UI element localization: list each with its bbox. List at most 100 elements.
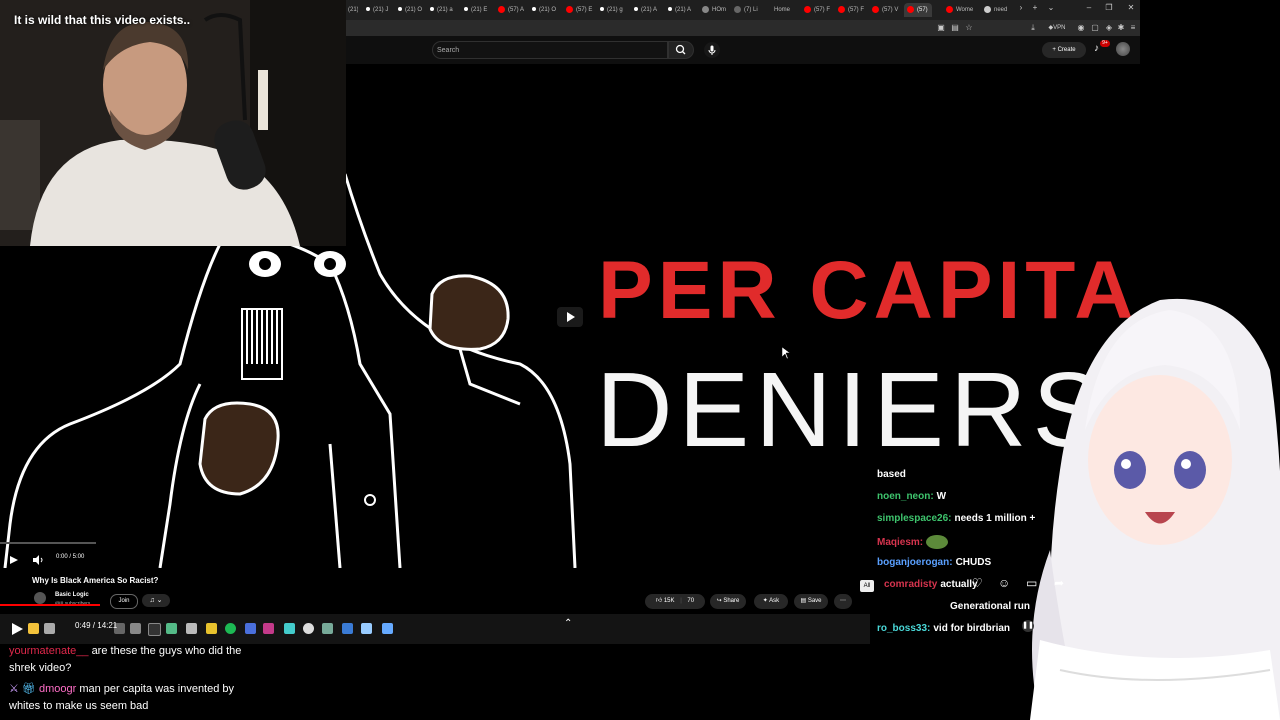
ask-button[interactable]: ✦ Ask bbox=[754, 594, 788, 609]
voice-search-button[interactable] bbox=[704, 42, 720, 58]
chat-username[interactable]: ro_boss33: bbox=[877, 623, 930, 634]
channel-avatar[interactable] bbox=[34, 592, 46, 604]
create-button[interactable]: + Create bbox=[1042, 42, 1086, 58]
volume-icon bbox=[33, 555, 43, 565]
tab-label: HOm bbox=[712, 7, 726, 13]
like-icon[interactable]: ♡ bbox=[972, 576, 983, 590]
chat-username[interactable]: boganjoerogan: bbox=[877, 557, 953, 568]
playback-progress-bar[interactable] bbox=[0, 604, 100, 606]
app-icon[interactable] bbox=[284, 623, 295, 634]
tab-active[interactable]: (57) bbox=[904, 3, 932, 17]
volume-icon[interactable] bbox=[44, 623, 55, 634]
tab[interactable]: Home bbox=[774, 3, 796, 17]
channel-name[interactable]: Basic Logic bbox=[55, 592, 89, 598]
tab[interactable]: (21) O bbox=[398, 3, 424, 17]
center-play-button[interactable] bbox=[557, 307, 583, 327]
tab[interactable]: (57) F bbox=[838, 3, 866, 17]
tab[interactable]: (7) Li bbox=[734, 3, 762, 17]
tab-label: (57) F bbox=[848, 7, 865, 13]
folder-icon[interactable] bbox=[28, 623, 39, 634]
chat-username[interactable]: simplespace26: bbox=[877, 513, 952, 524]
tab[interactable]: (57) V bbox=[872, 3, 900, 17]
tab[interactable]: (21) J bbox=[366, 3, 392, 17]
comment-icon[interactable]: ▭ bbox=[1026, 576, 1037, 590]
chat-username[interactable]: yourmatenate__ bbox=[9, 645, 89, 657]
maximize-icon[interactable]: ❐ bbox=[1104, 3, 1114, 13]
thumbs-up-icon: 👍︎ bbox=[655, 598, 664, 604]
app-icon[interactable] bbox=[245, 623, 256, 634]
share-button[interactable]: ↪ Share bbox=[710, 594, 746, 609]
chevron-up-icon[interactable]: ⌃ bbox=[564, 618, 572, 629]
media-play-button[interactable] bbox=[10, 622, 24, 636]
warning-app-icon[interactable] bbox=[206, 623, 217, 634]
chat-username[interactable]: noen_neon: bbox=[877, 491, 934, 502]
download-icon[interactable]: ⤓ bbox=[1028, 23, 1038, 33]
tab[interactable]: (21) J bbox=[348, 3, 358, 17]
tab[interactable]: (21) O bbox=[532, 3, 558, 17]
tab[interactable]: (57) E bbox=[566, 3, 594, 17]
chrome-icon[interactable] bbox=[303, 623, 314, 634]
screenshot-icon[interactable]: ▣ bbox=[936, 23, 946, 33]
puzzle-icon[interactable]: ✱ bbox=[1116, 23, 1126, 33]
search-button[interactable] bbox=[668, 41, 694, 59]
more-options-button[interactable]: ⋯ bbox=[834, 594, 852, 609]
tab-icon[interactable]: ▤ bbox=[950, 23, 960, 33]
volume-button[interactable] bbox=[32, 552, 44, 565]
close-icon[interactable]: ✕ bbox=[1126, 3, 1136, 13]
tab[interactable]: (21) A bbox=[634, 3, 660, 17]
share-icon[interactable]: ➦ bbox=[1054, 576, 1064, 590]
app-icon[interactable] bbox=[166, 623, 177, 634]
chat-username[interactable]: Maqiesm: bbox=[877, 537, 923, 548]
shield-icon[interactable]: ◈ bbox=[1104, 23, 1114, 33]
microphone-icon bbox=[708, 45, 716, 55]
taskbar: ⌃ bbox=[0, 614, 870, 644]
chat-username[interactable]: dmoogr bbox=[39, 683, 76, 695]
menu-icon[interactable]: ≡ bbox=[1128, 23, 1138, 33]
app-icon[interactable] bbox=[263, 623, 274, 634]
spotify-icon[interactable] bbox=[225, 623, 236, 634]
chat-message: Maqiesm: bbox=[877, 535, 949, 549]
new-tab-icon[interactable]: + bbox=[1030, 3, 1040, 13]
tab[interactable]: Wome bbox=[946, 3, 976, 17]
tab[interactable]: (21) A bbox=[668, 3, 694, 17]
app-icon[interactable] bbox=[382, 623, 393, 634]
dislike-button[interactable]: 70 bbox=[687, 598, 694, 604]
play-button[interactable] bbox=[9, 552, 19, 564]
more-icon: ⋯ bbox=[840, 598, 846, 604]
emoji-icon[interactable]: ☺ bbox=[998, 576, 1010, 590]
profile-avatar[interactable] bbox=[1116, 42, 1130, 56]
bookmark-star-icon[interactable]: ☆ bbox=[964, 23, 974, 33]
app-icon[interactable] bbox=[342, 623, 353, 634]
tab[interactable]: HOm bbox=[702, 3, 730, 17]
notification-count-badge: 9+ bbox=[1100, 40, 1110, 47]
subscribed-button[interactable]: ♫ ⌄ bbox=[142, 594, 170, 607]
steam-icon[interactable] bbox=[361, 623, 372, 634]
wallet-icon[interactable]: ▢ bbox=[1090, 23, 1100, 33]
app-icon[interactable] bbox=[186, 623, 197, 634]
minimize-icon[interactable]: – bbox=[1084, 3, 1094, 13]
search-input[interactable]: Search bbox=[432, 41, 668, 59]
tab[interactable]: (21) a bbox=[430, 3, 456, 17]
tab[interactable]: (57) A bbox=[498, 3, 526, 17]
tab[interactable]: need bbox=[984, 3, 1014, 17]
tab[interactable]: (21) g bbox=[600, 3, 626, 17]
app-icon[interactable] bbox=[322, 623, 333, 634]
chat-filter-all-button[interactable]: All bbox=[860, 580, 874, 592]
join-button[interactable]: Join bbox=[110, 594, 138, 609]
tab[interactable]: (21) E bbox=[464, 3, 490, 17]
chevron-right-icon[interactable]: › bbox=[1016, 3, 1026, 13]
tab[interactable]: (57) F bbox=[804, 3, 832, 17]
like-button[interactable]: 👍︎ 15K bbox=[656, 598, 675, 604]
chevron-down-icon[interactable]: ⌄ bbox=[1046, 3, 1056, 13]
extension-icon[interactable]: ◉ bbox=[1076, 23, 1086, 33]
vpn-badge[interactable]: ◆VPN bbox=[1044, 23, 1070, 33]
save-button[interactable]: ▤ Save bbox=[794, 594, 828, 609]
media-time-display: 0:49 / 14:21 bbox=[75, 621, 118, 630]
share-label: Share bbox=[723, 598, 740, 604]
app-icon[interactable] bbox=[148, 623, 161, 636]
app-icon[interactable] bbox=[130, 623, 141, 634]
tab-label: (21) J bbox=[348, 7, 358, 13]
pause-icon[interactable]: ❚❚ bbox=[1022, 620, 1034, 632]
chat-username[interactable]: comradisty bbox=[884, 579, 937, 590]
chat-message-text: Generational run bbox=[950, 601, 1031, 612]
